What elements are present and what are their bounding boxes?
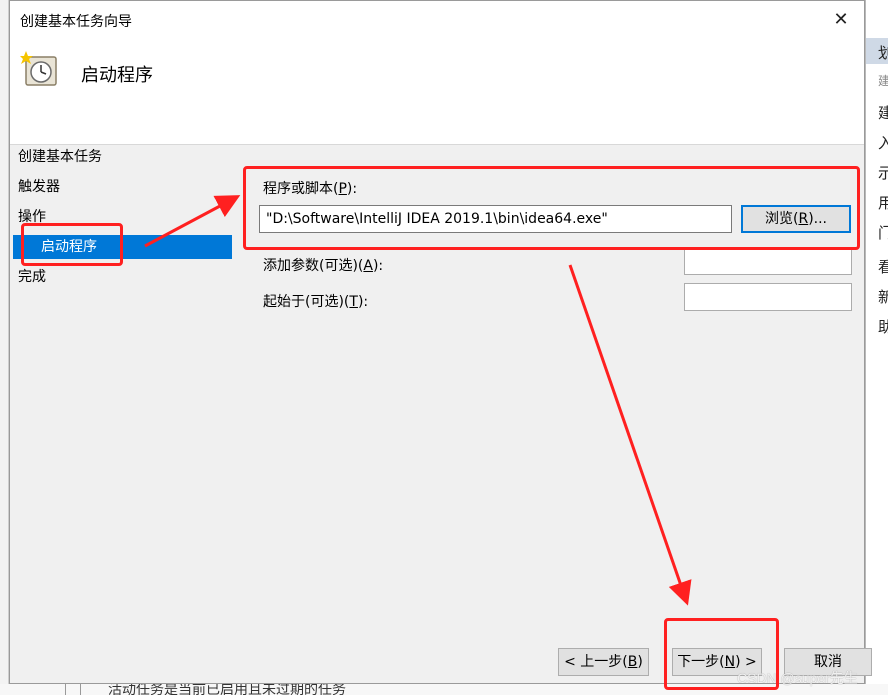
nav-item-create-basic-task: 创建基本任务	[10, 145, 234, 169]
background-text: 建	[878, 74, 888, 88]
program-script-label: 程序或脚本(P):	[263, 181, 358, 197]
background-window-left	[0, 0, 9, 695]
window-title: 创建基本任务向导	[20, 14, 132, 30]
nav-item-label: 创建基本任务	[18, 149, 102, 165]
nav-item-start-program: 启动程序	[13, 235, 232, 259]
nav-item-label: 操作	[18, 209, 46, 225]
background-text: 助	[878, 318, 888, 336]
nav-item-label: 启动程序	[41, 239, 97, 255]
page-heading: 启动程序	[81, 65, 153, 86]
back-button[interactable]: < 上一步(B)	[558, 648, 649, 676]
create-basic-task-wizard: 创建基本任务向导 ✕ 启动程序 创建基本任务 触发器 操作 启动程序 完成 程序…	[9, 0, 872, 684]
background-text: 建	[878, 104, 888, 122]
arguments-label: 添加参数(可选)(A):	[263, 258, 384, 274]
title-bar: 创建基本任务向导 ✕	[10, 1, 864, 37]
nav-item-label: 触发器	[18, 179, 60, 195]
start-in-label: 起始于(可选)(T):	[263, 294, 369, 310]
background-text: 示	[878, 164, 888, 182]
background-text: 门	[878, 224, 888, 242]
background-text: 新	[878, 288, 888, 306]
close-button[interactable]: ✕	[818, 1, 864, 37]
browse-button[interactable]: 浏览(R)...	[741, 205, 851, 233]
nav-item-finish: 完成	[10, 265, 234, 289]
background-text: 划	[878, 44, 888, 62]
task-clock-icon	[20, 51, 57, 86]
wizard-header: 启动程序	[10, 37, 864, 145]
background-text: 看	[878, 258, 888, 276]
program-script-input[interactable]: "D:\Software\IntelliJ IDEA 2019.1\bin\id…	[259, 205, 732, 233]
close-icon: ✕	[833, 8, 849, 30]
watermark-text: CSDN @super先生	[737, 670, 858, 686]
nav-item-trigger: 触发器	[10, 175, 234, 199]
nav-item-action: 操作	[10, 205, 234, 229]
background-text: 入	[878, 134, 888, 152]
arguments-input[interactable]	[684, 247, 852, 275]
background-text: 用	[878, 194, 888, 212]
nav-item-label: 完成	[18, 269, 46, 285]
start-in-input[interactable]	[684, 283, 852, 311]
background-window: 划 建 建 入 示 用 门 看 新 助	[865, 0, 888, 695]
